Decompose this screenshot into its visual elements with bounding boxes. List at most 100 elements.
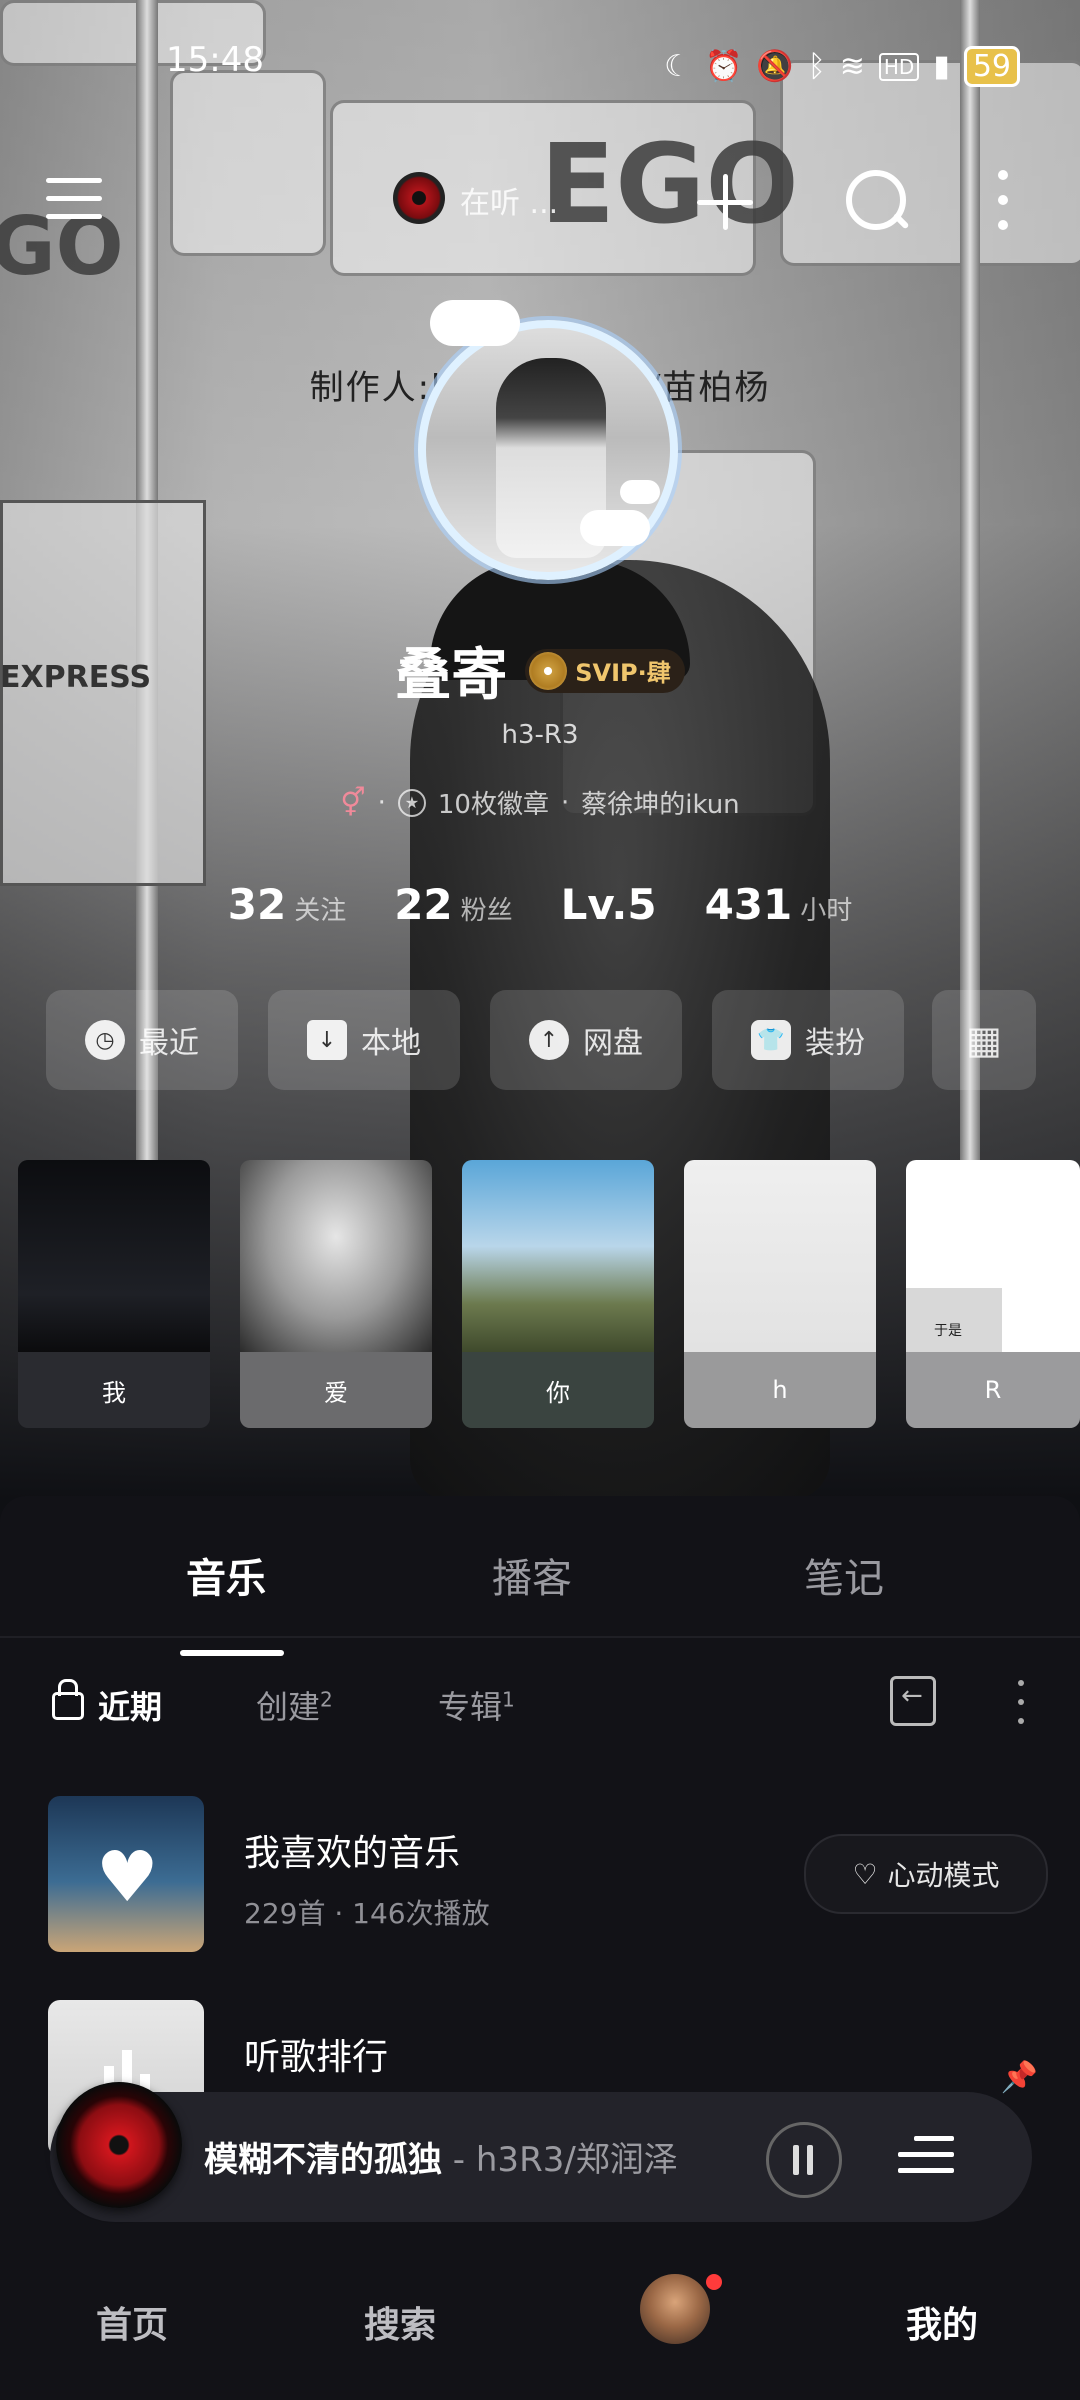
shirt-icon: 👕 [751,1020,791,1060]
menu-icon[interactable] [46,178,102,222]
profile-stats: 32 关注 22 粉丝 Lv.5 431 小时 [0,880,1080,929]
profile-tagline: 蔡徐坤的ikun [581,790,740,820]
album-label: 我 [18,1352,210,1428]
tab-notes[interactable]: 笔记 [804,1546,884,1604]
nav-mine[interactable]: 我的 [906,2296,978,2348]
heartbeat-mode-label: 心动模式 [887,1859,1000,1892]
status-time: 15:48 [166,40,264,80]
now-playing-disc-icon[interactable] [393,172,445,224]
wifi-icon: ≋ [839,49,865,84]
vinyl-icon [529,651,568,690]
stat-level[interactable]: Lv.5 [561,880,657,929]
nickname-row: 叠寄 SVIP·肆 [0,630,1080,711]
recent-albums: 我 爱 你 h 于是 R [18,1160,1080,1430]
pause-icon [807,2145,813,2175]
pin-icon[interactable]: 📌 [1001,2060,1038,2095]
tab-podcast[interactable]: 播客 [492,1546,572,1604]
pause-button[interactable] [766,2122,842,2198]
album-label: h [684,1352,876,1428]
hd-icon: HD [878,52,920,81]
mute-icon: 🔕 [756,49,794,84]
album-label: 爱 [240,1352,432,1428]
subtab-recent[interactable]: 近期 [98,1682,162,1728]
bottom-navigation: 首页 搜索 我的 [0,2260,1080,2400]
tab-music[interactable]: 音乐 [186,1546,266,1604]
subtab-albums[interactable]: 专辑1 [438,1682,515,1728]
clock-icon: ◷ [85,1020,125,1060]
shortcut-row: ◷ 最近 ↓ 本地 ↑ 网盘 👕 装扮 ▦ [46,990,1036,1094]
alarm-icon: ⏰ [704,49,743,84]
playlist-title: 听歌排行 [244,2037,389,2078]
heartbeat-mode-button[interactable]: ♡ 心动模式 [804,1834,1048,1914]
shortcut-label: 本地 [361,1026,421,1061]
nav-avatar[interactable] [640,2274,710,2344]
badge-icon: ★ [397,788,426,817]
stat-followers[interactable]: 22 粉丝 [394,880,512,929]
search-icon[interactable] [846,170,906,230]
bluetooth-icon: ᛒ [807,49,826,84]
subtab-count: 2 [320,1687,333,1712]
more-options-icon[interactable] [1018,1680,1024,1724]
album-card[interactable]: h [684,1160,876,1428]
playlist-subtitle: 229首 · 146次播放 [244,1897,490,1930]
content-tabs: 音乐 播客 笔记 [0,1516,1080,1656]
album-cover [18,1160,210,1352]
svip-label: SVIP·肆 [575,659,671,687]
lock-icon [52,1679,84,1720]
status-bar: 15:48 ☾ ⏰ 🔕 ᛒ ≋ HD ▮ 59 [0,40,1080,100]
heart-icon: ♥ [96,1836,159,1918]
heart-sparkle-icon: ♡ [852,1857,878,1891]
now-playing-info[interactable]: 模糊不清的孤独 - h3R3/郑润泽 [204,2132,804,2181]
add-icon[interactable] [697,174,753,230]
cloud-upload-icon: ↑ [529,1020,569,1060]
shortcut-more[interactable]: ▦ [932,990,1036,1090]
nickname: 叠寄 [395,642,508,708]
pause-icon [793,2145,799,2175]
import-playlist-icon[interactable] [890,1676,936,1726]
playlist-row[interactable]: ♥ 我喜欢的音乐 229首 · 146次播放 ♡ 心动模式 [48,1796,1048,1952]
more-options-icon[interactable] [998,170,1008,230]
svip-badge[interactable]: SVIP·肆 [525,648,685,693]
active-tab-indicator [180,1650,284,1656]
meta-separator: · [560,787,570,818]
album-cover [240,1160,432,1352]
top-bar: 在听 ... [0,160,1080,240]
shortcut-dress-up[interactable]: 👕 装扮 [712,990,904,1090]
album-disc-icon[interactable] [56,2082,182,2208]
user-id: h3-R3 [501,720,579,750]
avatar-frame-cloud [430,300,520,346]
avatar-frame-cloud [580,510,650,546]
playlist-filter-tabs: 近期 创建2 专辑1 [0,1672,1080,1732]
divider [0,1636,1080,1638]
shortcut-cloud-drive[interactable]: ↑ 网盘 [490,990,682,1090]
subtab-label: 创建 [256,1688,321,1726]
stat-listening-hours[interactable]: 431 小时 [705,880,853,929]
stat-following[interactable]: 32 关注 [228,880,346,929]
album-card[interactable]: 爱 [240,1160,432,1428]
moon-icon: ☾ [664,49,691,84]
album-label: R [906,1352,1080,1428]
mini-player[interactable]: 模糊不清的孤独 - h3R3/郑润泽 [50,2082,1032,2222]
badges-count[interactable]: 10枚徽章 [438,784,549,821]
download-icon: ↓ [307,1020,347,1060]
notification-dot [706,2274,722,2290]
subtab-count: 1 [502,1687,515,1712]
album-card[interactable]: 我 [18,1160,210,1428]
nav-search[interactable]: 搜索 [364,2296,436,2348]
meta-separator: · [377,787,386,818]
now-playing-label[interactable]: 在听 ... [460,178,558,222]
profile-meta: ⚥ · ★ 10枚徽章 · 蔡徐坤的ikun [0,784,1080,821]
playlist-cover: ♥ [48,1796,204,1952]
shortcut-local[interactable]: ↓ 本地 [268,990,460,1090]
nav-home[interactable]: 首页 [96,2296,168,2348]
song-artist: - h3R3/郑润泽 [442,2140,678,2180]
subtab-label: 近期 [98,1688,163,1726]
album-cover [462,1160,654,1352]
playlist-queue-icon[interactable] [898,2130,954,2180]
album-card[interactable]: 于是 R [906,1160,1080,1428]
subtab-created[interactable]: 创建2 [256,1682,333,1728]
shortcut-recent[interactable]: ◷ 最近 [46,990,238,1090]
album-card[interactable]: 你 [462,1160,654,1428]
playlist-title: 我喜欢的音乐 [244,1833,461,1874]
subtab-label: 专辑 [438,1688,503,1726]
